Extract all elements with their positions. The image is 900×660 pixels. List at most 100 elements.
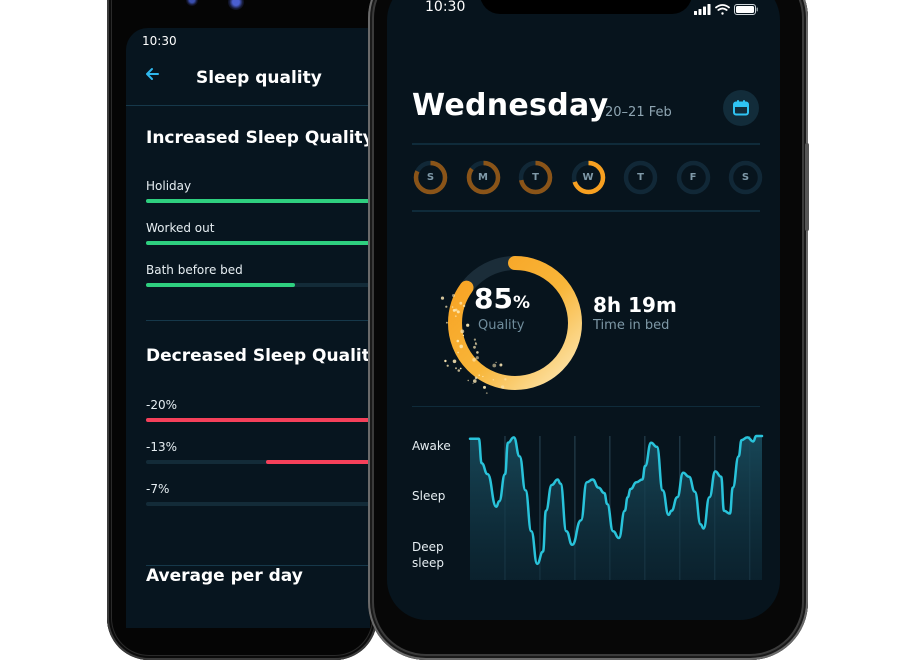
average-per-day-heading: Average per day xyxy=(146,566,303,586)
sparkle-particle xyxy=(473,345,476,349)
divider xyxy=(146,320,370,321)
day-4[interactable]: T xyxy=(622,159,659,196)
back-button[interactable] xyxy=(144,66,160,87)
sparkle-particle xyxy=(495,361,497,364)
sparkle-particle xyxy=(476,351,479,354)
sparkle-particle xyxy=(457,369,461,372)
sparkle-particle xyxy=(459,367,462,370)
factor-bar xyxy=(146,199,370,203)
sparkle-particle xyxy=(474,376,478,380)
calendar-button[interactable] xyxy=(723,90,759,126)
page-title: Sleep quality xyxy=(196,68,322,88)
day-0[interactable]: S xyxy=(412,159,449,196)
sparkle-particle xyxy=(485,392,488,394)
divider xyxy=(412,143,760,145)
day-letter: S xyxy=(741,172,750,183)
sparkle-particle xyxy=(475,342,477,344)
side-button xyxy=(805,143,809,231)
sparkle-particle xyxy=(452,294,455,297)
factor-bar-fill xyxy=(146,241,370,245)
factor-bar-fill xyxy=(266,460,370,464)
factor-bar-fill xyxy=(146,199,370,203)
battery-icon xyxy=(734,4,758,15)
sparkle-particle xyxy=(445,305,448,308)
day-letter: S xyxy=(426,172,435,183)
sparkle-particle xyxy=(466,323,470,327)
sparkle-particle xyxy=(473,379,477,383)
wifi-icon xyxy=(715,4,730,15)
sparkle-particle xyxy=(456,339,460,343)
day-letter: W xyxy=(582,172,594,183)
signal-icon xyxy=(694,4,711,15)
divider xyxy=(126,105,370,106)
sparkle-particle xyxy=(475,356,479,360)
status-time: 10:30 xyxy=(142,34,177,48)
day-2[interactable]: T xyxy=(517,159,554,196)
time-in-bed-value: 8h 19m xyxy=(593,293,677,317)
sparkle-particle xyxy=(504,378,507,381)
factor-bar xyxy=(146,418,370,422)
sparkle-particle xyxy=(446,364,449,367)
factor-label: -13% xyxy=(146,440,178,454)
sparkle-particle xyxy=(473,338,476,341)
factor-bar xyxy=(146,460,370,464)
sparkle-particle xyxy=(452,309,456,312)
sparkle-particle xyxy=(482,375,484,378)
status-time: 10:30 xyxy=(425,0,466,15)
sparkle-particle xyxy=(457,351,459,354)
sparkle-particle xyxy=(459,344,463,349)
divider xyxy=(412,210,760,212)
quality-number: 85 xyxy=(474,282,513,315)
arrow-left-icon xyxy=(146,68,159,80)
week-day-selector: SMTWTFS xyxy=(412,159,763,197)
sparkle-particle xyxy=(492,363,497,368)
decreased-quality-heading: Decreased Sleep Quality xyxy=(146,346,370,366)
day-6[interactable]: S xyxy=(727,159,764,196)
sparkle-particle xyxy=(500,363,503,366)
factor-label: Bath before bed xyxy=(146,263,243,277)
day-letter: T xyxy=(637,172,644,183)
factor-bar-fill xyxy=(146,418,370,422)
sparkle-particle xyxy=(446,321,448,324)
y-axis-label: Deep sleep xyxy=(412,540,444,570)
day-1[interactable]: M xyxy=(465,159,502,196)
day-title: Wednesday xyxy=(412,88,609,123)
date-range: 20–21 Feb xyxy=(605,105,672,120)
factor-bar xyxy=(146,502,370,506)
divider xyxy=(412,406,760,407)
sparkle-particle xyxy=(492,379,494,381)
sparkle-particle xyxy=(455,367,457,370)
sparkle-particle xyxy=(462,334,465,337)
day-letter: T xyxy=(532,172,539,183)
factor-bar-fill xyxy=(146,283,295,287)
y-axis-label: Sleep xyxy=(412,489,446,503)
sparkle-particle xyxy=(459,301,463,305)
notch xyxy=(480,0,692,14)
sleep-day-screen: 10:30 Wednesday 20–21 Feb S M T W T F S 85% Qu… xyxy=(387,0,780,620)
sparkle-particle xyxy=(444,359,447,363)
day-3[interactable]: W xyxy=(570,159,607,196)
factor-bar xyxy=(146,241,370,245)
factor-label: -20% xyxy=(146,398,178,412)
sparkle-particle xyxy=(440,296,445,300)
sleep-stage-chart xyxy=(468,434,764,580)
sparkle-particle xyxy=(472,358,476,362)
sparkle-particle xyxy=(483,385,486,389)
y-axis-label: Awake xyxy=(412,439,451,453)
day-5[interactable]: F xyxy=(675,159,712,196)
sparkle-particle xyxy=(467,379,469,382)
sparkle-particle xyxy=(472,382,474,384)
time-in-bed-label: Time in bed xyxy=(593,318,670,333)
sparkle-particle xyxy=(460,329,465,334)
factor-label: Holiday xyxy=(146,179,192,193)
sparkle-particle xyxy=(456,310,460,314)
factor-bar xyxy=(146,283,370,287)
sparkle-particle xyxy=(452,359,457,364)
status-icons xyxy=(694,2,764,21)
factor-label: Worked out xyxy=(146,221,215,235)
increased-quality-heading: Increased Sleep Quality xyxy=(146,128,370,148)
sparkle-particle xyxy=(451,306,454,308)
calendar-icon xyxy=(733,100,749,116)
sparkle-particle xyxy=(462,304,466,308)
sleep-quality-screen: 10:30 Sleep quality Increased Sleep Qual… xyxy=(126,28,370,628)
